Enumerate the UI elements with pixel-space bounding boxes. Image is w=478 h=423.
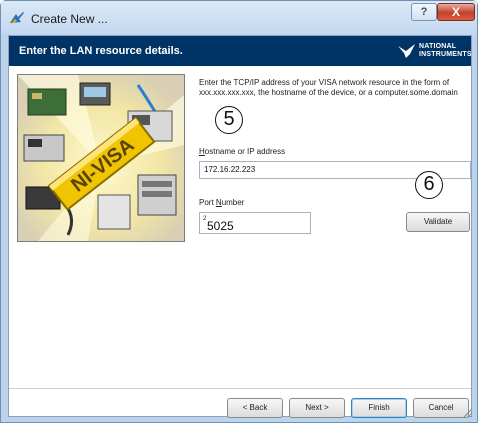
window-title: Create New ...	[31, 12, 108, 26]
header-title: Enter the LAN resource details.	[19, 45, 183, 57]
wizard-body: Enter the LAN resource details. NATIONAL…	[8, 35, 472, 418]
title-bar: Create New ... ? X	[1, 1, 477, 35]
ni-logo: NATIONAL INSTRUMENTS	[397, 41, 472, 61]
description-text: Enter the TCP/IP address of your VISA ne…	[199, 78, 458, 97]
validate-button[interactable]: Validate	[406, 212, 470, 232]
next-button[interactable]: Next >	[289, 398, 345, 418]
header-band: Enter the LAN resource details. NATIONAL…	[9, 36, 472, 66]
help-button[interactable]: ?	[411, 3, 437, 21]
app-icon	[10, 12, 24, 24]
port-overlay-digit: 2	[203, 216, 207, 222]
callout-5: 5	[215, 106, 243, 134]
resize-grip-icon[interactable]	[461, 406, 473, 418]
port-value: 5025	[207, 219, 234, 233]
port-number-label: Port Number	[199, 198, 245, 207]
ni-visa-illustration: NI-VISA	[17, 74, 185, 242]
logo-line2: INSTRUMENTS	[419, 51, 472, 58]
create-new-window: Create New ... ? X Enter the LAN resourc…	[0, 0, 478, 423]
ni-visa-graphic: NI-VISA	[18, 75, 184, 241]
logo-line1: NATIONAL	[419, 43, 457, 50]
finish-button[interactable]: Finish	[351, 398, 407, 418]
hostname-label: Hostname or IP address	[199, 147, 286, 156]
back-button[interactable]: < Back	[227, 398, 283, 418]
close-button[interactable]: X	[437, 3, 475, 21]
ni-eagle-icon	[398, 44, 415, 58]
footer-separator	[9, 388, 471, 389]
callout-6: 6	[415, 171, 443, 199]
port-number-input[interactable]: 2 5025	[199, 212, 311, 234]
